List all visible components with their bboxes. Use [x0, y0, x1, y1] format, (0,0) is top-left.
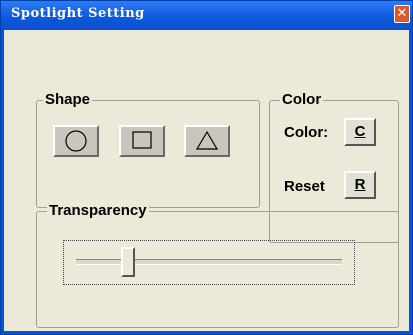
reset-button[interactable]: R	[344, 171, 376, 199]
reset-label: Reset	[284, 178, 325, 195]
transparency-slider[interactable]	[63, 240, 355, 285]
square-shape-button[interactable]	[119, 125, 165, 157]
circle-icon	[65, 130, 87, 152]
circle-shape-button[interactable]	[53, 125, 99, 157]
spotlight-setting-window: Spotlight Setting ✕ Shape Color Color: C…	[0, 0, 413, 335]
close-icon: ✕	[396, 6, 408, 21]
shape-group-label: Shape	[43, 91, 93, 108]
color-label: Color:	[284, 124, 329, 141]
window-title: Spotlight Setting	[11, 6, 145, 21]
slider-track	[76, 259, 342, 265]
square-icon	[132, 131, 152, 149]
color-button[interactable]: C	[344, 118, 376, 146]
transparency-group-label: Transparency	[47, 202, 149, 219]
color-group-label: Color	[280, 91, 324, 108]
dialog-client-area: Shape Color Color: C Reset R Transparenc…	[4, 30, 409, 331]
triangle-icon	[195, 130, 219, 150]
triangle-shape-button[interactable]	[184, 125, 230, 157]
slider-thumb[interactable]	[121, 247, 135, 277]
close-button[interactable]: ✕	[394, 5, 410, 23]
title-bar[interactable]: Spotlight Setting ✕	[1, 1, 412, 30]
